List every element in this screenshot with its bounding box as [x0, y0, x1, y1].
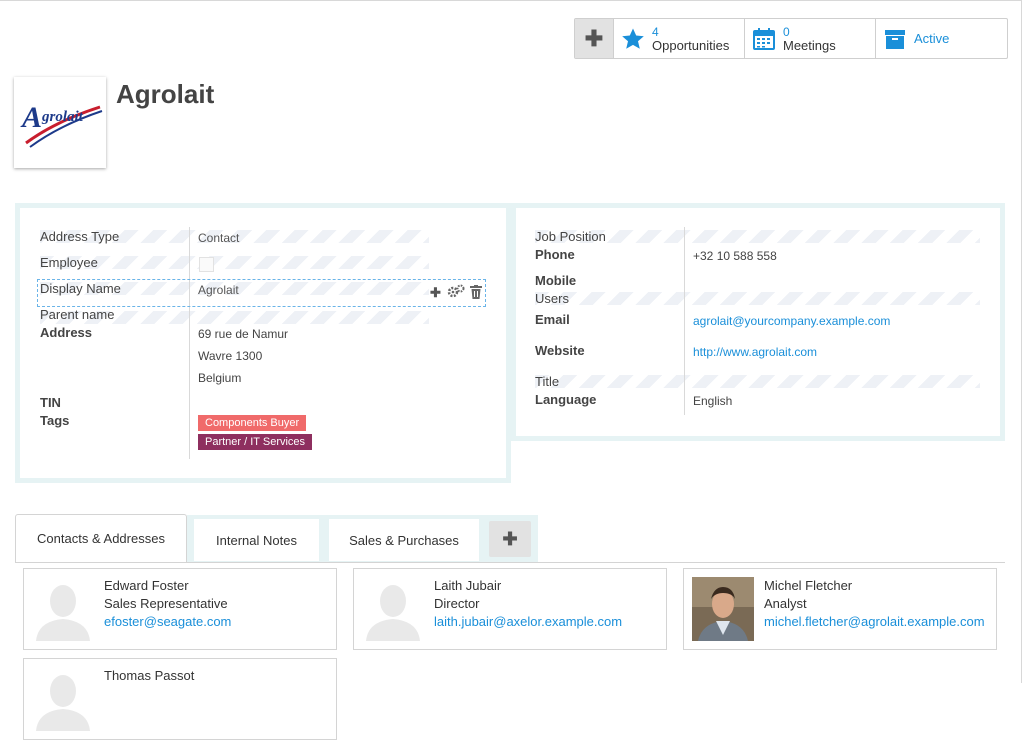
calendar-icon	[751, 26, 777, 52]
contact-email[interactable]: laith.jubair@axelor.example.com	[434, 614, 660, 629]
column-divider	[684, 227, 685, 415]
column-divider	[189, 227, 190, 459]
tab-bar: Contacts & Addresses Internal Notes Sale…	[15, 513, 538, 563]
contact-email[interactable]: michel.fletcher@agrolait.example.com	[764, 614, 990, 629]
employee-label: Employee	[40, 255, 98, 270]
avatar-photo	[692, 577, 754, 641]
contact-card[interactable]: Thomas Passot	[23, 658, 337, 740]
active-toggle-button[interactable]: Active	[876, 19, 1007, 58]
company-logo[interactable]: A grolait	[14, 77, 106, 168]
avatar-placeholder-icon	[36, 675, 90, 731]
star-icon	[620, 26, 646, 52]
email-label: Email	[535, 312, 570, 327]
address-line3[interactable]: Belgium	[198, 371, 241, 385]
contact-name: Laith Jubair	[434, 578, 502, 593]
field-stripe	[535, 375, 980, 388]
contact-card[interactable]: Laith Jubair Director laith.jubair@axelo…	[353, 568, 667, 650]
page-title: Agrolait	[116, 79, 215, 109]
tin-label: TIN	[40, 395, 61, 410]
contact-role: Sales Representative	[104, 596, 228, 611]
tab-internal-notes[interactable]: Internal Notes	[194, 519, 319, 561]
mobile-label: Mobile	[535, 273, 577, 288]
smart-button-bar: ✚ 4 Opportunities 0 Meetings Active	[574, 18, 1008, 59]
svg-text:A: A	[20, 101, 42, 134]
tab-contacts-addresses[interactable]: Contacts & Addresses	[15, 514, 187, 562]
avatar-placeholder-icon	[36, 585, 90, 641]
contact-role: Director	[434, 596, 480, 611]
email-link[interactable]: agrolait@yourcompany.example.com	[693, 314, 890, 328]
title-label: Title	[535, 374, 560, 389]
phone-label: Phone	[535, 247, 575, 262]
opportunities-button[interactable]: 4 Opportunities	[614, 19, 745, 58]
language-label: Language	[535, 392, 597, 407]
field-stripe	[535, 292, 980, 305]
opportunities-count: 4	[652, 24, 659, 39]
tag-components-buyer[interactable]: Components Buyer	[198, 415, 307, 431]
contact-card[interactable]: Michel Fletcher Analyst michel.fletcher@…	[683, 568, 997, 650]
tab-more-button[interactable]: ✚	[489, 521, 531, 557]
opportunities-label: Opportunities	[652, 37, 730, 53]
contact-card[interactable]: Edward Foster Sales Representative efost…	[23, 568, 337, 650]
employee-checkbox[interactable]	[199, 257, 214, 272]
trash-icon[interactable]	[470, 285, 482, 304]
contact-name: Edward Foster	[104, 578, 189, 593]
parent-name-label: Parent name	[40, 307, 115, 322]
address-type-value[interactable]: Contact	[198, 231, 239, 245]
svg-text:grolait: grolait	[41, 109, 84, 125]
contact-name: Michel Fletcher	[764, 578, 853, 593]
contact-email[interactable]: efoster@seagate.com	[104, 614, 330, 629]
contact-role: Analyst	[764, 596, 807, 611]
address-type-label: Address Type	[40, 229, 120, 244]
tags-label: Tags	[40, 413, 70, 428]
archive-icon	[882, 26, 908, 52]
users-label: Users	[535, 291, 569, 306]
job-position-label: Job Position	[535, 229, 606, 244]
language-value[interactable]: English	[693, 394, 732, 408]
contact-name: Thomas Passot	[104, 668, 195, 683]
tab-sales-purchases[interactable]: Sales & Purchases	[329, 519, 479, 561]
active-label: Active	[914, 31, 950, 46]
address-label: Address	[40, 325, 93, 340]
meetings-button[interactable]: 0 Meetings	[745, 19, 876, 58]
phone-value[interactable]: +32 10 588 558	[693, 249, 777, 263]
display-name-value[interactable]: Agrolait	[198, 283, 239, 297]
website-label: Website	[535, 343, 585, 358]
meetings-label: Meetings	[783, 37, 836, 53]
website-link[interactable]: http://www.agrolait.com	[693, 345, 817, 359]
address-line1[interactable]: 69 rue de Namur	[198, 327, 288, 341]
field-stripe	[40, 256, 429, 269]
tab-underline	[15, 562, 1005, 563]
add-button[interactable]: ✚	[575, 19, 614, 58]
gears-icon[interactable]	[447, 284, 465, 304]
display-name-label: Display Name	[40, 281, 121, 296]
tag-partner-it-services[interactable]: Partner / IT Services	[198, 434, 313, 450]
avatar-placeholder-icon	[366, 585, 420, 641]
address-line2[interactable]: Wavre 1300	[198, 349, 262, 363]
plus-icon[interactable]: ✚	[430, 285, 441, 301]
meetings-count: 0	[783, 24, 790, 39]
agrolait-logo-icon: A grolait	[20, 101, 103, 148]
